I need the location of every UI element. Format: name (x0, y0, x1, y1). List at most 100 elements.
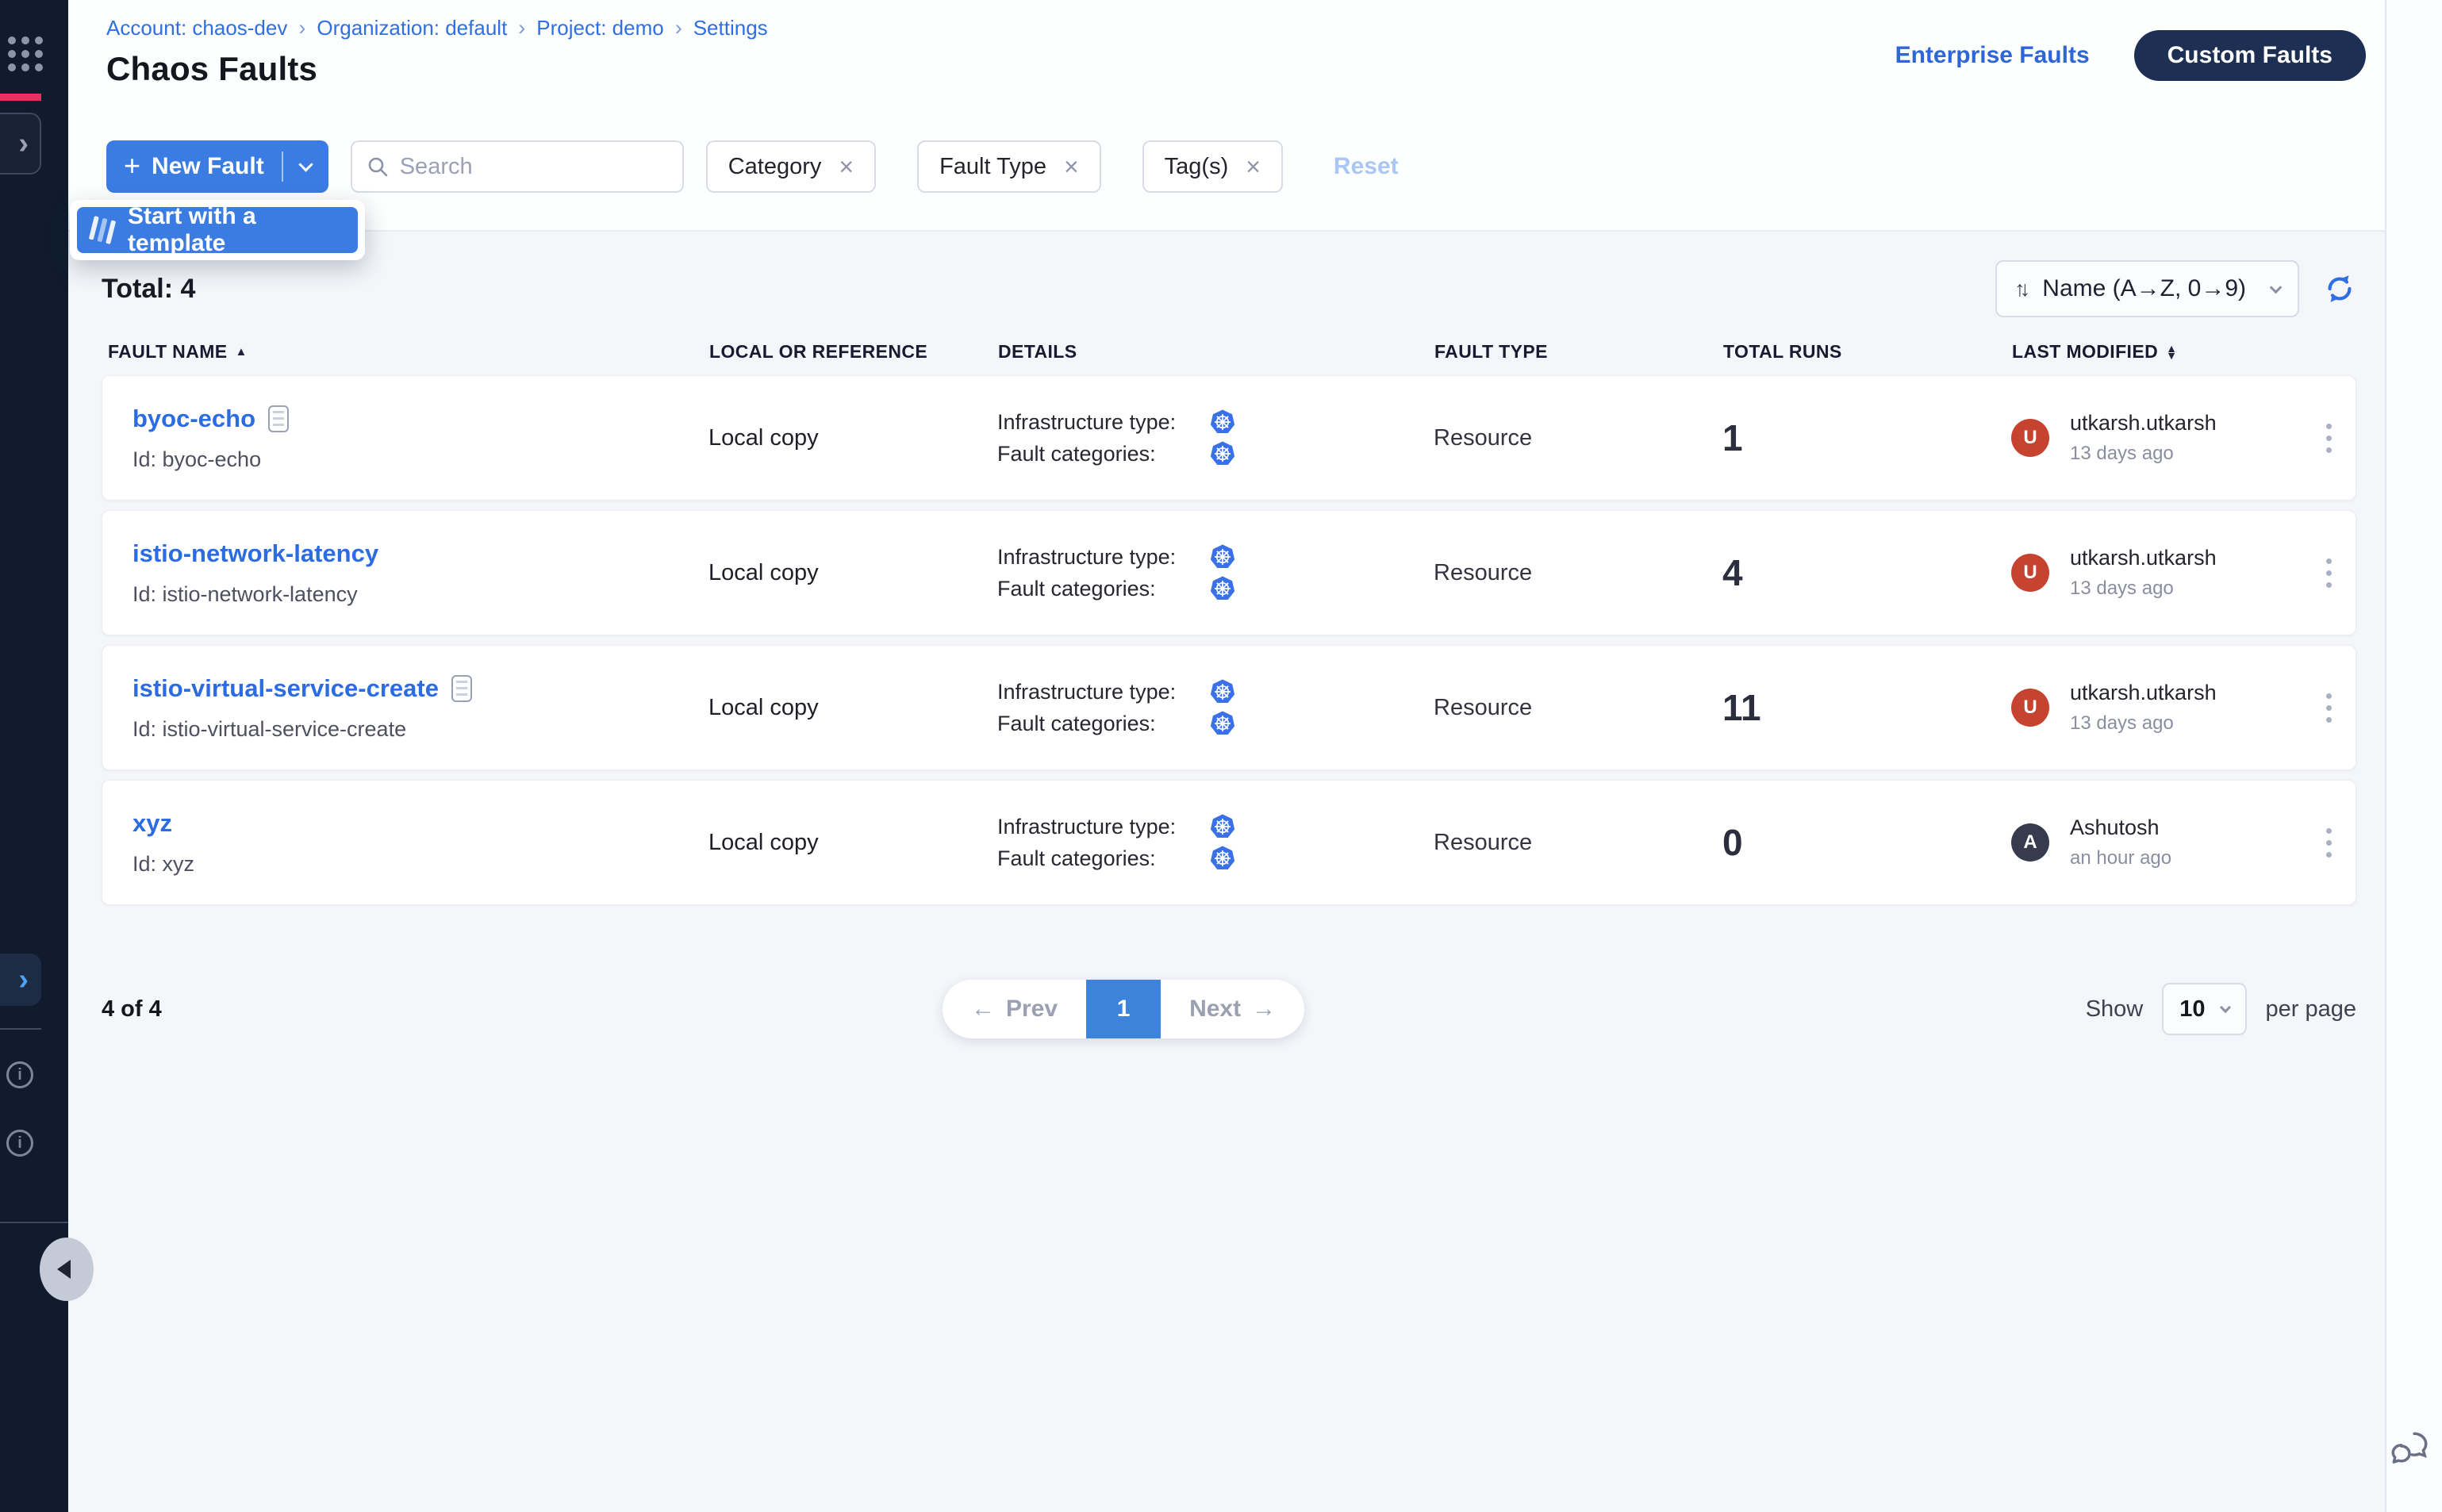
filter-chip-tags[interactable]: Tag(s) × (1142, 140, 1283, 193)
table-row[interactable]: xyz Id: xyz Local copy Infrastructure ty… (102, 780, 2356, 905)
fault-name-cell: xyz Id: xyz (132, 809, 708, 877)
last-modified-cell: U utkarsh.utkarsh13 days ago (2011, 546, 2302, 600)
close-icon[interactable]: × (1064, 154, 1079, 179)
sidebar-divider (0, 1222, 68, 1223)
infrastructure-type-label: Infrastructure type: (997, 545, 1210, 570)
kebab-menu[interactable] (2318, 820, 2340, 865)
fault-name-cell: byoc-echo Id: byoc-echo (132, 405, 708, 472)
next-page-button[interactable]: Next → (1161, 980, 1304, 1038)
plus-icon: + (124, 149, 140, 182)
close-icon[interactable]: × (1246, 154, 1261, 179)
info-icon[interactable]: i (6, 1061, 33, 1088)
column-details: DETAILS (998, 341, 1434, 363)
fault-categories-label: Fault categories: (997, 712, 1210, 736)
prev-page-button[interactable]: ← Prev (943, 980, 1086, 1038)
list-header: Total: 4 ↑↓ Name (A→Z, 0→9) (102, 260, 2356, 317)
kebab-menu[interactable] (2318, 551, 2340, 596)
sort-both-icon: ▲▼ (2166, 345, 2177, 359)
document-icon[interactable] (268, 405, 289, 432)
kubernetes-icon (1210, 846, 1235, 871)
modified-time: 13 days ago (2070, 443, 2217, 465)
pagination-summary: 4 of 4 (102, 996, 162, 1023)
local-or-reference-value: Local copy (708, 695, 997, 721)
breadcrumb-settings[interactable]: Settings (693, 16, 768, 40)
kebab-menu[interactable] (2318, 416, 2340, 461)
column-fault-name[interactable]: FAULT NAME ▲ (108, 341, 709, 363)
start-with-template-item[interactable]: Start with a template (77, 207, 358, 253)
column-total-runs: TOTAL RUNS (1723, 341, 2012, 363)
header-right: Enterprise Faults Custom Faults (1895, 27, 2366, 84)
sort-dropdown-value: Name (A→Z, 0→9) (2042, 275, 2246, 302)
page-size-dropdown[interactable]: 10 (2162, 983, 2246, 1035)
fault-type-value: Resource (1434, 560, 1722, 586)
modified-by: utkarsh.utkarsh (2070, 681, 2217, 705)
custom-faults-button[interactable]: Custom Faults (2134, 30, 2366, 81)
details-cell: Infrastructure type: Fault categories: (997, 808, 1434, 877)
kubernetes-icon (1210, 711, 1235, 736)
table-row[interactable]: istio-virtual-service-create Id: istio-v… (102, 645, 2356, 770)
fault-categories-label: Fault categories: (997, 577, 1210, 601)
avatar: A (2011, 823, 2049, 862)
avatar: U (2011, 554, 2049, 592)
search-box (351, 140, 684, 193)
local-or-reference-value: Local copy (708, 560, 997, 586)
total-count: Total: 4 (102, 274, 195, 305)
breadcrumb-project[interactable]: Project: demo (536, 16, 663, 40)
sidebar-expand-button-bottom[interactable]: › (0, 954, 41, 1006)
sort-arrows-icon: ↑↓ (2014, 277, 2025, 301)
fault-name-link[interactable]: istio-network-latency (132, 539, 378, 568)
page-header: Account: chaos-dev › Organization: defau… (68, 0, 2385, 103)
document-icon[interactable] (451, 675, 472, 702)
chevron-down-icon[interactable] (298, 157, 313, 171)
search-icon (367, 155, 389, 178)
close-icon[interactable]: × (839, 154, 854, 179)
fault-type-value: Resource (1434, 830, 1722, 856)
fault-categories-label: Fault categories: (997, 846, 1210, 871)
table-row[interactable]: byoc-echo Id: byoc-echo Local copy Infra… (102, 375, 2356, 501)
fault-name-link[interactable]: istio-virtual-service-create (132, 674, 439, 703)
content-area: Total: 4 ↑↓ Name (A→Z, 0→9) (68, 232, 2385, 1512)
app-grid-icon[interactable] (8, 36, 43, 71)
fault-type-value: Resource (1434, 425, 1722, 451)
refresh-button[interactable] (2323, 272, 2356, 305)
new-fault-button[interactable]: + New Fault (106, 140, 328, 193)
page-number-active[interactable]: 1 (1086, 980, 1161, 1038)
chevron-down-icon (2270, 281, 2283, 294)
help-chat-icon[interactable] (2386, 1427, 2432, 1477)
modified-time: an hour ago (2070, 847, 2171, 869)
table-row[interactable]: istio-network-latency Id: istio-network-… (102, 510, 2356, 635)
sidebar-divider (0, 1028, 41, 1030)
last-modified-cell: A Ashutosh an hour ago (2011, 815, 2302, 869)
column-last-modified[interactable]: LAST MODIFIED ▲▼ (2012, 341, 2302, 363)
fault-name-cell: istio-network-latency Id: istio-network-… (132, 539, 708, 607)
search-input[interactable] (400, 154, 668, 180)
kubernetes-icon (1210, 409, 1235, 435)
filter-chip-fault-type[interactable]: Fault Type × (917, 140, 1101, 193)
chevron-down-icon (2219, 1002, 2230, 1013)
last-modified-cell: U utkarsh.utkarsh13 days ago (2011, 411, 2302, 465)
page-size-value: 10 (2179, 996, 2205, 1023)
kebab-menu[interactable] (2318, 685, 2340, 731)
kubernetes-icon (1210, 814, 1235, 839)
header-left: Account: chaos-dev › Organization: defau… (106, 16, 768, 103)
fault-name-link[interactable]: xyz (132, 809, 172, 838)
page-size-controls: Show 10 per page (2086, 983, 2356, 1035)
fault-name-link[interactable]: byoc-echo (132, 405, 255, 433)
filter-chip-category[interactable]: Category × (706, 140, 876, 193)
sidebar-resize-handle[interactable] (40, 1238, 94, 1301)
details-cell: Infrastructure type: Fault categories: (997, 538, 1434, 608)
enterprise-faults-link[interactable]: Enterprise Faults (1895, 42, 2090, 69)
breadcrumb-account[interactable]: Account: chaos-dev (106, 16, 287, 40)
total-runs-value: 11 (1722, 686, 2011, 729)
chevron-right-icon: › (518, 16, 525, 40)
sort-dropdown[interactable]: ↑↓ Name (A→Z, 0→9) (1995, 260, 2299, 317)
breadcrumb-organization[interactable]: Organization: default (317, 16, 507, 40)
info-icon[interactable]: i (6, 1130, 33, 1157)
sidebar-expand-button-top[interactable]: › (0, 113, 41, 175)
modified-by: Ashutosh (2070, 815, 2171, 840)
chevron-right-icon: › (298, 16, 305, 40)
reset-filters-link[interactable]: Reset (1334, 153, 1399, 180)
chevron-right-icon: › (18, 965, 29, 995)
avatar: U (2011, 419, 2049, 457)
page-title: Chaos Faults (106, 50, 768, 88)
